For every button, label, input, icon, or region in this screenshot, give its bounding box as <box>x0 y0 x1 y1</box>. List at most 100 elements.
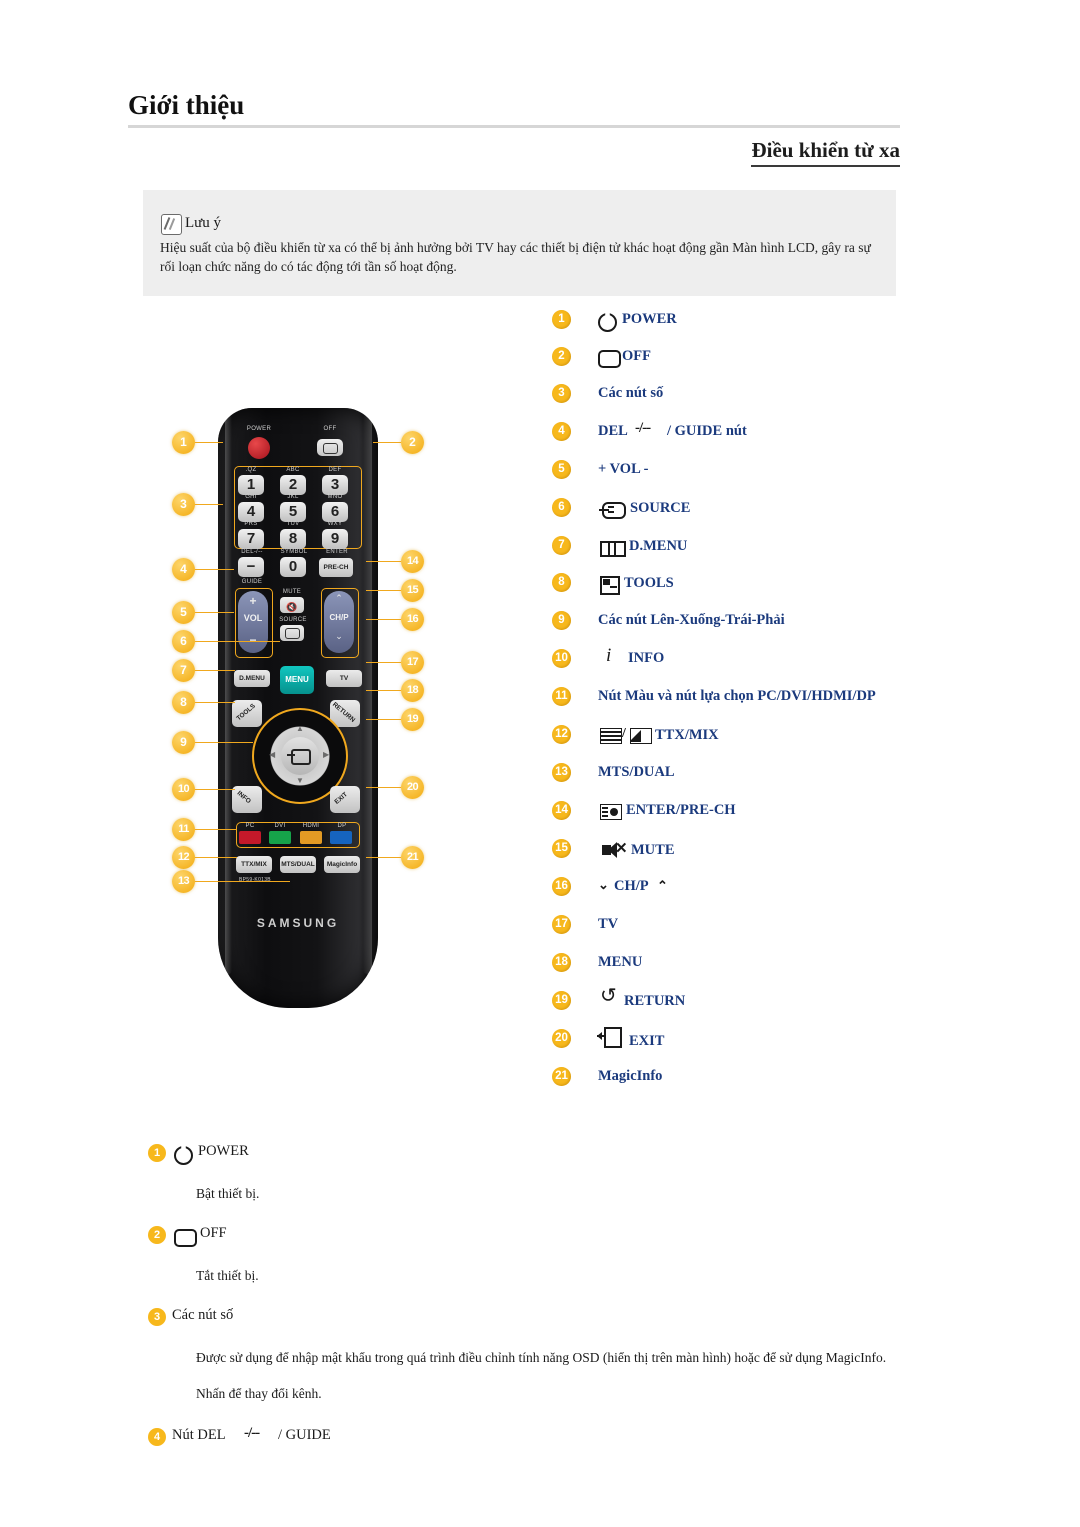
callout-leader-20 <box>366 787 401 789</box>
remote-tools-button: TOOLS <box>232 700 262 727</box>
detail-title-power: POWER <box>198 1143 249 1159</box>
remote-magicinfo-button: MagicInfo <box>324 856 360 873</box>
legend-badge-10: 10 <box>552 649 571 668</box>
legend-label-del: DEL <box>598 423 628 439</box>
legend-label-guide: / GUIDE nút <box>667 423 747 439</box>
legend-badge-3: 3 <box>552 384 571 403</box>
callout-leader-21 <box>366 857 401 859</box>
remote-key-5: 5 <box>280 502 306 522</box>
power-icon <box>174 1146 193 1165</box>
detail-text-number-1: Được sử dụng để nhập mật khẩu trong quá … <box>196 1350 887 1365</box>
remote-ttxmix-button: TTX/MIX <box>236 856 272 873</box>
callout-leader-13 <box>195 881 290 883</box>
remote-exit-button: EXIT <box>330 786 360 813</box>
callout-leader-14 <box>366 561 401 563</box>
remote-tv-button: TV <box>326 670 362 687</box>
legend-label-color-buttons: Nút Màu và nút lựa chọn PC/DVI/HDMI/DP <box>598 688 876 704</box>
remote-mtsdual-button: MTS/DUAL <box>280 856 316 873</box>
legend-badge-12: 12 <box>552 725 571 744</box>
remote-label-symbol: SYMBOL <box>280 549 308 555</box>
legend-badge-5: 5 <box>552 460 571 479</box>
remote-label-mute: MUTE <box>282 589 302 595</box>
remote-off-button <box>317 439 343 456</box>
remote-highlight-right <box>363 414 372 974</box>
legend-badge-16: 16 <box>552 877 571 896</box>
detail-title-guide: / GUIDE <box>278 1427 331 1443</box>
legend-badge-9: 9 <box>552 611 571 630</box>
legend-label-tv: TV <box>598 916 619 932</box>
callout-10: 10 <box>172 778 195 801</box>
detail-head-4: 4 Nút DEL -/-- / GUIDE <box>148 1425 908 1454</box>
button-detail-section: 1 POWER Bật thiết bị. 2 OFF Tắt thiết bị… <box>148 1143 908 1454</box>
remote-colorkey-label-dvi: DVI <box>274 823 286 829</box>
return-icon: ↺ <box>600 985 617 1007</box>
callout-leader-7 <box>195 670 235 672</box>
remote-menu-button: MENU <box>280 666 314 694</box>
callout-leader-19 <box>366 719 401 721</box>
callout-9: 9 <box>172 731 195 754</box>
callout-13: 13 <box>172 870 195 893</box>
note-title: Lưu ý <box>185 215 222 231</box>
remote-numkey-letters-5: JKL <box>287 494 299 500</box>
legend-label-power: POWER <box>622 311 677 327</box>
remote-colorkey-pc <box>239 831 261 844</box>
remote-numkey-letters-6: MNO <box>327 494 343 500</box>
callout-14: 14 <box>401 550 424 573</box>
legend-label-magicinfo: MagicInfo <box>598 1068 663 1084</box>
remote-key-7: 7 <box>238 529 264 549</box>
remote-body: POWER OFF .QZ ABC DEF 1 2 3 GHI JKL MNO … <box>218 408 378 1008</box>
callout-leader-3 <box>195 504 223 506</box>
remote-source-button <box>280 625 304 641</box>
callout-leader-6 <box>195 641 280 643</box>
remote-key-0: 0 <box>280 557 306 577</box>
detail-text-off: Tắt thiết bị. <box>196 1268 259 1283</box>
detail-head-2: 2 OFF <box>148 1225 908 1252</box>
callout-3: 3 <box>172 493 195 516</box>
exit-icon <box>597 1027 622 1048</box>
callout-21: 21 <box>401 846 424 869</box>
callout-20: 20 <box>401 776 424 799</box>
chp-down-arrow-icon: ⌄ <box>598 877 609 892</box>
callout-7: 7 <box>172 659 195 682</box>
detail-title-off: OFF <box>200 1225 227 1241</box>
callout-leader-1 <box>195 442 223 444</box>
del-slash-icon: -/-- <box>244 1425 260 1441</box>
legend-label-tools: TOOLS <box>624 575 674 591</box>
callout-1: 1 <box>172 431 195 454</box>
legend-label-source: SOURCE <box>630 500 691 516</box>
callout-leader-9 <box>195 742 253 744</box>
off-screen-icon <box>598 350 621 368</box>
remote-chp-button: ⌃ CH/P ⌄ <box>324 591 354 653</box>
callout-leader-16 <box>366 619 401 621</box>
del-slash-icon: -/-- <box>635 420 651 436</box>
legend-label-return: RETURN <box>624 993 686 1009</box>
legend-badge-7: 7 <box>552 536 571 555</box>
legend-badge-18: 18 <box>552 953 571 972</box>
remote-power-button <box>248 437 270 459</box>
remote-colorkey-label-pc: PC <box>245 823 255 829</box>
legend-badge-2: 2 <box>552 347 571 366</box>
callout-17: 17 <box>401 651 424 674</box>
remote-label-source: SOURCE <box>279 617 307 623</box>
legend-badge-15: 15 <box>552 839 571 858</box>
legend-label-info: INFO <box>628 650 665 666</box>
detail-title-del: Nút DEL <box>172 1427 226 1443</box>
callout-leader-2 <box>373 442 401 444</box>
note-text: Hiệu suất của bộ điều khiển từ xa có thể… <box>160 240 871 274</box>
ttx-icon <box>600 728 622 744</box>
remote-highlight-left <box>225 414 232 974</box>
note-box: Lưu ý Hiệu suất của bộ điều khiển từ xa … <box>143 190 896 296</box>
remote-numkey-letters-7: PRS <box>244 521 258 527</box>
remote-label-guide: GUIDE <box>241 579 263 585</box>
callout-leader-12 <box>195 857 237 859</box>
detail-badge-1: 1 <box>148 1144 166 1162</box>
remote-key-2: 2 <box>280 475 306 495</box>
detail-text-number-2: Nhấn để thay đổi kênh. <box>196 1386 322 1401</box>
legend-label-ttxmix: TTX/MIX <box>655 727 719 743</box>
callout-leader-18 <box>366 690 401 692</box>
remote-numkey-letters-9: WXY <box>327 521 343 527</box>
legend-label-mtsdual: MTS/DUAL <box>598 764 675 780</box>
remote-colorkey-label-hdmi: HDMI <box>302 823 320 829</box>
legend-label-dmenu: D.MENU <box>629 538 688 554</box>
remote-key-8: 8 <box>280 529 306 549</box>
